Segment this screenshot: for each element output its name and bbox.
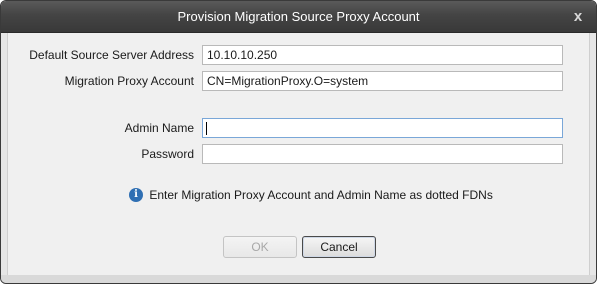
source-server-label: Default Source Server Address [29,48,194,62]
admin-name-input[interactable] [202,118,563,138]
admin-name-label: Admin Name [124,121,194,135]
title-bar[interactable]: Provision Migration Source Proxy Account… [1,1,596,33]
password-input[interactable] [202,144,563,164]
ok-button[interactable]: OK [223,236,297,258]
info-text: Enter Migration Proxy Account and Admin … [149,187,493,202]
info-hint: i Enter Migration Proxy Account and Admi… [129,187,493,203]
cancel-button[interactable]: Cancel [302,236,376,258]
proxy-account-label: Migration Proxy Account [64,74,194,88]
close-icon[interactable]: x [570,9,586,25]
window-frame-bottom [1,275,596,283]
proxy-account-input[interactable] [202,71,563,91]
source-server-input[interactable] [202,45,563,65]
dialog-title: Provision Migration Source Proxy Account [177,9,420,24]
password-label: Password [141,147,194,161]
text-caret [206,122,207,135]
info-icon: i [129,187,143,202]
provision-proxy-dialog: Provision Migration Source Proxy Account… [0,0,597,284]
